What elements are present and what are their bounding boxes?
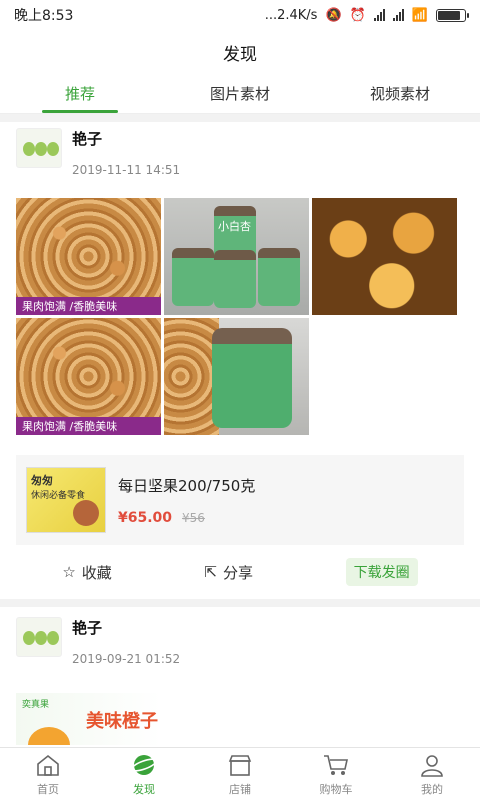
post-image[interactable]: 小白杏 (164, 198, 309, 315)
store-icon (226, 752, 254, 778)
nav-mine[interactable]: 我的 (384, 748, 480, 800)
nav-home[interactable]: 首页 (0, 748, 96, 800)
wifi-icon: 📶 (411, 7, 428, 23)
signal-icon (373, 9, 385, 21)
divider (0, 599, 480, 607)
post-header: 艳子 2019-09-21 01:52 (16, 607, 464, 683)
nav-cart[interactable]: 购物车 (288, 748, 384, 800)
star-icon: ☆ (62, 563, 76, 581)
status-time: 晚上8:53 (14, 8, 74, 24)
product-name: 每日坚果200/750克 (118, 476, 256, 495)
image-caption: 果肉饱满 /香脆美味 (16, 297, 161, 315)
post-image[interactable]: 果肉饱满 /香脆美味 (16, 318, 161, 435)
mute-icon: 🔕 (325, 7, 342, 23)
product-old-price: ¥56 (182, 510, 205, 525)
nav-discover[interactable]: 发现 (96, 748, 192, 800)
user-icon (418, 752, 446, 778)
page-title: 发现 (223, 44, 257, 65)
post-author: 艳子 (72, 619, 103, 637)
network-speed: ...2.4K/s (264, 7, 318, 23)
nav-store[interactable]: 店铺 (192, 748, 288, 800)
cart-icon (322, 752, 350, 778)
product-image-title: 匆匆 (31, 474, 53, 487)
nav-store-label: 店铺 (229, 782, 251, 796)
nav-discover-label: 发现 (133, 782, 155, 796)
status-bar: 晚上8:53 ...2.4K/s 🔕 ⏰ 📶 (0, 0, 480, 30)
post-image[interactable]: 果肉饱满 /香脆美味 (16, 198, 161, 315)
post-time: 2019-11-11 14:51 (72, 163, 181, 177)
post-card: 艳子 2019-09-21 01:52 奕真果 美味橙子 (0, 607, 480, 745)
avatar[interactable] (16, 128, 62, 168)
jar-graphic (214, 250, 256, 308)
jar-graphic (258, 248, 300, 306)
post-author: 艳子 (72, 130, 103, 148)
signal-icon-2 (392, 9, 404, 21)
post-image[interactable]: 奕真果 美味橙子 (16, 693, 161, 745)
post-card: 艳子 2019-11-11 14:51 果肉饱满 /香脆美味 小白杏 果肉饱满 … (0, 122, 480, 599)
tab-image-materials[interactable]: 图片素材 (160, 74, 320, 113)
alarm-icon: ⏰ (349, 7, 366, 23)
collect-label: 收藏 (81, 563, 112, 582)
image-caption: 果肉饱满 /香脆美味 (16, 417, 161, 435)
banner-brand: 奕真果 (22, 700, 50, 710)
nav-home-label: 首页 (37, 782, 59, 796)
product-card[interactable]: 匆匆 休闲必备零食 每日坚果200/750克 ¥65.00 ¥56 (16, 455, 464, 545)
post-image[interactable] (312, 198, 457, 315)
nav-mine-label: 我的 (421, 782, 443, 796)
tab-recommend[interactable]: 推荐 (0, 74, 160, 113)
tab-video-materials[interactable]: 视频素材 (320, 74, 480, 113)
share-button[interactable]: ⇱ 分享 (204, 562, 253, 583)
download-button[interactable]: 下载发圈 (345, 558, 418, 586)
discover-icon (130, 752, 158, 778)
product-image: 匆匆 休闲必备零食 (26, 467, 106, 533)
share-label: 分享 (223, 563, 254, 582)
bottom-navigation: 首页 发现 店铺 购物车 我的 (0, 747, 480, 800)
collect-button[interactable]: ☆ 收藏 (62, 562, 111, 583)
share-icon: ⇱ (204, 563, 217, 581)
banner-text: 美味橙子 (86, 711, 158, 732)
post-actions: ☆ 收藏 ⇱ 分享 下载发圈 (16, 545, 464, 599)
divider (0, 114, 480, 122)
jar-label: 小白杏 (218, 220, 251, 233)
post-header: 艳子 2019-11-11 14:51 (16, 122, 464, 198)
orange-graphic (28, 727, 70, 745)
avatar[interactable] (16, 617, 62, 657)
nut-pile-graphic (164, 318, 219, 435)
post-image[interactable] (164, 318, 309, 435)
post-time: 2019-09-21 01:52 (72, 652, 181, 666)
image-grid: 果肉饱满 /香脆美味 小白杏 果肉饱满 /香脆美味 (16, 198, 464, 435)
nav-cart-label: 购物车 (319, 782, 353, 796)
jar-graphic (212, 328, 292, 428)
battery-icon (436, 8, 469, 22)
product-price: ¥65.00 (118, 509, 173, 526)
jar-graphic (172, 248, 214, 306)
home-icon (34, 752, 62, 778)
product-image-text: 休闲必备零食 (31, 491, 86, 501)
tab-bar: 推荐 图片素材 视频素材 (0, 74, 480, 114)
